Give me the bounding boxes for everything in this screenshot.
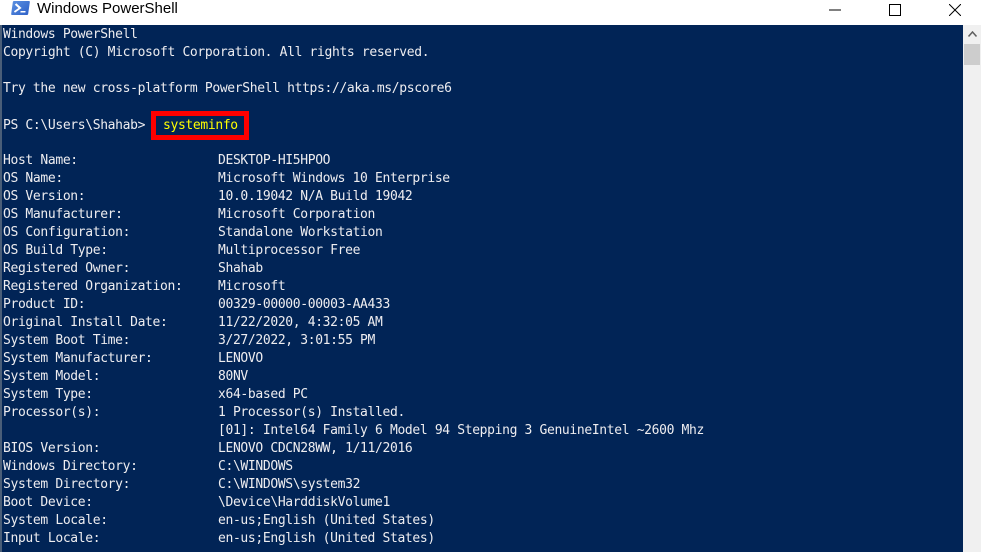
output-value: DESKTOP-HI5HPOO [218,153,331,168]
output-value: Multiprocessor Free [218,243,361,258]
scroll-up-button[interactable] [963,25,981,42]
window-title: Windows PowerShell [37,0,178,17]
output-label: OS Build Type: [3,243,108,258]
output-label: System Manufacturer: [3,351,153,366]
output-label: Boot Device: [3,495,93,510]
output-value: C:\WINDOWS\system32 [218,477,361,492]
output-value: Microsoft [218,279,286,294]
close-button[interactable] [932,0,978,20]
output-label: Windows Directory: [3,459,138,474]
output-label: Host Name: [3,153,78,168]
vertical-scrollbar[interactable] [963,25,981,552]
output-label: Processor(s): [3,405,101,420]
output-label: System Locale: [3,513,108,528]
output-label: System Type: [3,387,93,402]
output-value: 00329-00000-00003-AA433 [218,297,390,312]
output-label: OS Configuration: [3,225,131,240]
output-label: Product ID: [3,297,86,312]
output-label: Input Locale: [3,531,101,546]
output-value: x64-based PC [218,387,308,402]
output-value: 11/22/2020, 4:32:05 AM [218,315,383,330]
output-value: en-us;English (United States) [218,531,435,546]
output-label: Registered Owner: [3,261,131,276]
console-left-edge [0,25,2,552]
output-label: OS Manufacturer: [3,207,123,222]
chevron-up-icon [967,30,977,37]
output-value: LENOVO CDCN28WW, 1/11/2016 [218,441,413,456]
output-value: 10.0.19042 N/A Build 19042 [218,189,413,204]
banner-line: Windows PowerShell [3,27,138,42]
powershell-icon [11,1,30,15]
close-icon [949,4,961,16]
output-value: \Device\HarddiskVolume1 [218,495,390,510]
output-value: [01]: Intel64 Family 6 Model 94 Stepping… [218,423,704,438]
banner-line: Copyright (C) Microsoft Corporation. All… [3,45,430,60]
minimize-button[interactable] [812,0,858,20]
output-value: en-us;English (United States) [218,513,435,528]
powershell-window: Windows PowerShell Windows PowerShell Co… [0,0,981,552]
output-label: BIOS Version: [3,441,101,456]
maximize-icon [889,4,901,16]
output-label: System Directory: [3,477,131,492]
output-label: OS Version: [3,189,86,204]
prompt-text: PS C:\Users\Shahab> [3,118,146,133]
output-label: System Model: [3,369,101,384]
output-label: Original Install Date: [3,315,168,330]
output-value: Shahab [218,261,263,276]
scroll-thumb[interactable] [964,44,980,65]
output-value: 1 Processor(s) Installed. [218,405,405,420]
maximize-button[interactable] [872,0,918,20]
output-value: Standalone Workstation [218,225,383,240]
banner-line: Try the new cross-platform PowerShell ht… [3,81,452,96]
command-text: systeminfo [163,118,238,133]
output-value: C:\WINDOWS [218,459,293,474]
output-value: 80NV [218,369,248,384]
output-value: LENOVO [218,351,263,366]
output-value: 3/27/2022, 3:01:55 PM [218,333,376,348]
output-value: Microsoft Corporation [218,207,376,222]
minimize-icon [829,9,841,11]
output-value: Microsoft Windows 10 Enterprise [218,171,450,186]
output-label: System Boot Time: [3,333,131,348]
output-label: OS Name: [3,171,63,186]
title-bar[interactable]: Windows PowerShell [0,0,981,25]
output-label: Registered Organization: [3,279,183,294]
